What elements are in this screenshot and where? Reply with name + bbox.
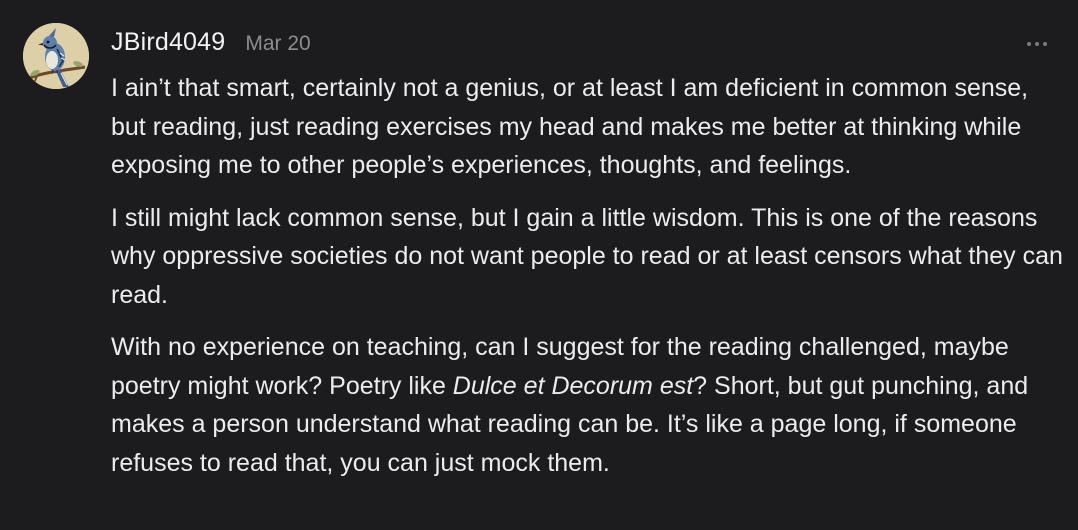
comment: JBird4049 Mar 20 I ain’t that smart, cer… xyxy=(0,0,1078,530)
comment-paragraph-1: I ain’t that smart, certainly not a geni… xyxy=(111,74,1029,179)
avatar[interactable] xyxy=(23,23,89,89)
comment-date[interactable]: Mar 20 xyxy=(245,32,310,56)
blue-jay-bird-avatar-icon xyxy=(23,23,89,89)
more-options-button[interactable] xyxy=(1026,40,1050,48)
comment-header: JBird4049 Mar 20 xyxy=(111,28,311,62)
username-link[interactable]: JBird4049 xyxy=(111,28,225,57)
comment-paragraph-2: I still might lack common sense, but I g… xyxy=(111,203,1063,309)
ellipsis-icon-dot-1 xyxy=(1027,42,1031,46)
poem-title: Dulce et Decorum est xyxy=(452,371,694,400)
ellipsis-icon-dot-2 xyxy=(1035,42,1039,46)
comment-paragraph-3: With no experience on teaching, can I su… xyxy=(111,328,1066,482)
ellipsis-icon-dot-3 xyxy=(1043,42,1047,46)
comment-body: I ain’t that smart, certainly not a geni… xyxy=(111,69,1066,496)
